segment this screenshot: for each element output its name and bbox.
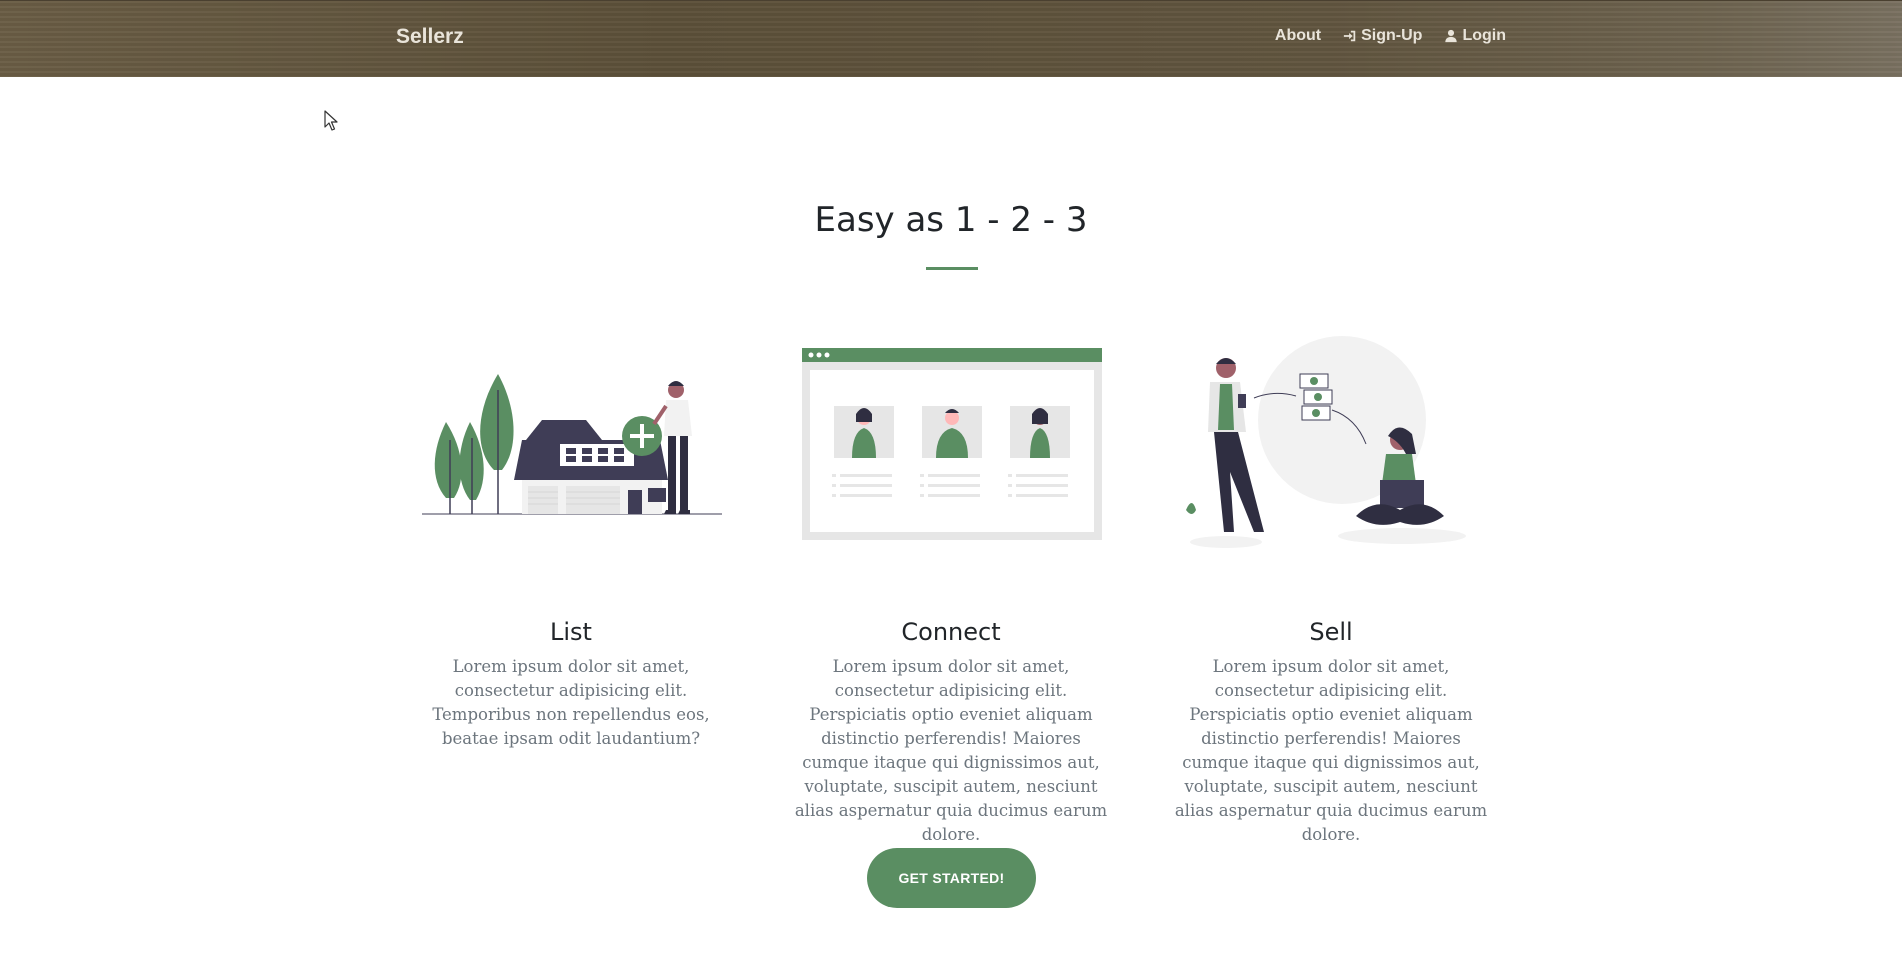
nav-signup-label: Sign-Up: [1361, 27, 1423, 44]
user-icon: [1445, 29, 1458, 43]
mouse-cursor-icon: [324, 110, 338, 131]
nav-login-label: Login: [1462, 27, 1506, 44]
sign-in-icon: [1344, 30, 1356, 42]
step-sell-title: Sell: [1309, 618, 1353, 646]
step-list-title: List: [550, 618, 592, 646]
step-connect-text: Lorem ipsum dolor sit amet, consectetur …: [794, 657, 1108, 844]
step-list-text: Lorem ipsum dolor sit amet, consectetur …: [432, 657, 710, 748]
step-connect-title: Connect: [901, 618, 1001, 646]
step-connect: Connect Lorem ipsum dolor sit amet, cons…: [786, 330, 1116, 844]
step-sell: Sell Lorem ipsum dolor sit amet, consect…: [1166, 330, 1496, 844]
nav-about-label: About: [1274, 27, 1322, 44]
title-divider: [926, 267, 978, 270]
navbar: Sellerz About Sign-Up Login: [0, 0, 1902, 77]
section-title: Easy as 1 - 2 - 3: [814, 200, 1088, 240]
brand-logo[interactable]: Sellerz: [396, 25, 464, 49]
step-list: List Lorem ipsum dolor sit amet, consect…: [406, 330, 736, 748]
house-with-plus-illustration: [406, 330, 736, 560]
nav-signup[interactable]: Sign-Up: [1343, 27, 1422, 45]
nav-about[interactable]: About: [1275, 27, 1321, 45]
browser-profiles-illustration: [786, 330, 1116, 560]
step-sell-text: Lorem ipsum dolor sit amet, consectetur …: [1174, 657, 1488, 844]
money-transfer-illustration: [1166, 330, 1496, 560]
get-started-button[interactable]: GET STARTED!: [867, 848, 1036, 908]
nav-login[interactable]: Login: [1444, 27, 1506, 45]
nav-links: About Sign-Up Login: [1275, 27, 1506, 45]
